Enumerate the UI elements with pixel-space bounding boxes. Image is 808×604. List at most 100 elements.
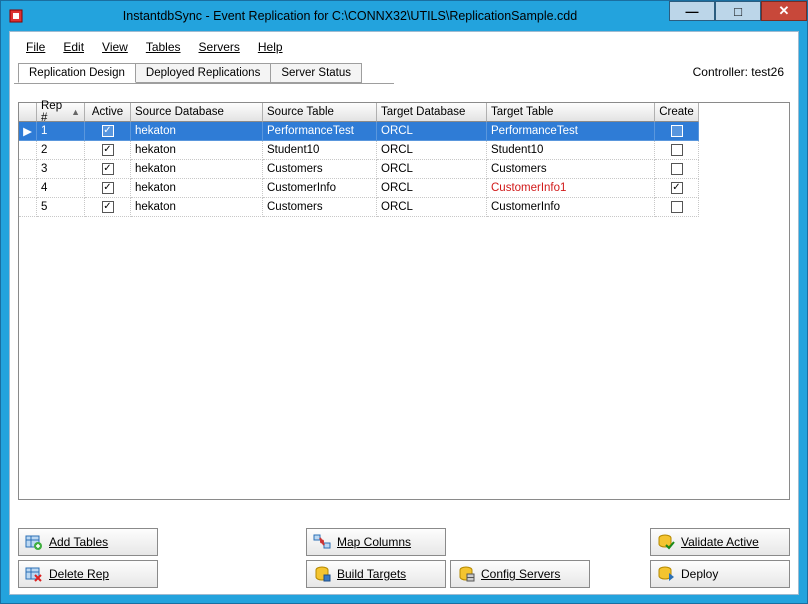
map-columns-icon — [313, 533, 331, 551]
map-columns-button[interactable]: Map Columns — [306, 528, 446, 556]
cell-source-table: Student10 — [263, 141, 377, 160]
checkbox[interactable]: ✓ — [102, 125, 114, 137]
col-active[interactable]: Active — [85, 103, 131, 122]
delete-rep-button[interactable]: Delete Rep — [18, 560, 158, 588]
cell-source-database: hekaton — [131, 198, 263, 217]
cell-rep-number: 5 — [37, 198, 85, 217]
tab-underline — [14, 83, 394, 84]
db-config-icon — [457, 565, 475, 583]
delete-rep-label: Delete Rep — [49, 567, 109, 581]
minimize-button[interactable]: — — [669, 1, 715, 21]
tab-deployed-replications[interactable]: Deployed Replications — [135, 63, 271, 83]
deploy-label: Deploy — [681, 567, 718, 581]
maximize-button[interactable]: □ — [715, 1, 761, 21]
menu-help[interactable]: Help — [250, 38, 291, 56]
controller-label: Controller: test26 — [693, 65, 790, 79]
col-target-table[interactable]: Target Table — [487, 103, 655, 122]
cell-source-database: hekaton — [131, 141, 263, 160]
tab-row: Replication Design Deployed Replications… — [14, 60, 794, 84]
cell-rep-number: 2 — [37, 141, 85, 160]
cell-target-table: Customers — [487, 160, 655, 179]
col-row-marker[interactable] — [19, 103, 37, 122]
add-tables-button[interactable]: Add Tables — [18, 528, 158, 556]
window-controls: — □ ✕ — [669, 1, 807, 31]
cell-target-database: ORCL — [377, 198, 487, 217]
cell-source-database: hekaton — [131, 179, 263, 198]
tab-replication-design[interactable]: Replication Design — [18, 63, 136, 83]
menu-servers[interactable]: Servers — [191, 38, 248, 56]
table-row[interactable]: 4✓hekatonCustomerInfoORCLCustomerInfo1✓ — [19, 179, 789, 198]
grid-header: Rep #▲ Active Source Database Source Tab… — [19, 103, 789, 122]
col-rep-number[interactable]: Rep #▲ — [37, 103, 85, 122]
menu-bar: File Edit View Tables Servers Help — [14, 36, 794, 58]
map-columns-label: Map Columns — [337, 535, 411, 549]
validate-active-button[interactable]: Validate Active — [650, 528, 790, 556]
checkbox[interactable]: ✓ — [102, 163, 114, 175]
cell-active[interactable]: ✓ — [85, 141, 131, 160]
row-marker — [19, 198, 37, 217]
table-row[interactable]: 3✓hekatonCustomersORCLCustomers — [19, 160, 789, 179]
db-deploy-icon — [657, 565, 675, 583]
checkbox[interactable]: ✓ — [671, 182, 683, 194]
checkbox[interactable]: ✓ — [102, 144, 114, 156]
col-source-table[interactable]: Source Table — [263, 103, 377, 122]
cell-create[interactable]: ✓ — [655, 179, 699, 198]
build-targets-label: Build Targets — [337, 567, 406, 581]
col-target-database[interactable]: Target Database — [377, 103, 487, 122]
cell-target-table: PerformanceTest — [487, 122, 655, 141]
db-check-icon — [657, 533, 675, 551]
cell-source-table: Customers — [263, 160, 377, 179]
col-source-database[interactable]: Source Database — [131, 103, 263, 122]
row-marker — [19, 141, 37, 160]
config-servers-label: Config Servers — [481, 567, 560, 581]
cell-create[interactable] — [655, 122, 699, 141]
cell-active[interactable]: ✓ — [85, 198, 131, 217]
table-row[interactable]: ▶1✓hekatonPerformanceTestORCLPerformance… — [19, 122, 789, 141]
sort-asc-icon: ▲ — [71, 107, 80, 117]
cell-source-database: hekaton — [131, 160, 263, 179]
tabs: Replication Design Deployed Replications… — [18, 62, 361, 82]
replication-grid: Rep #▲ Active Source Database Source Tab… — [18, 102, 790, 500]
cell-active[interactable]: ✓ — [85, 160, 131, 179]
cell-rep-number: 1 — [37, 122, 85, 141]
col-create[interactable]: Create — [655, 103, 699, 122]
menu-edit[interactable]: Edit — [55, 38, 92, 56]
close-button[interactable]: ✕ — [761, 1, 807, 21]
menu-view[interactable]: View — [94, 38, 136, 56]
cell-active[interactable]: ✓ — [85, 122, 131, 141]
checkbox[interactable]: ✓ — [102, 182, 114, 194]
cell-target-database: ORCL — [377, 122, 487, 141]
cell-source-table: Customers — [263, 198, 377, 217]
table-delete-icon — [25, 565, 43, 583]
config-servers-button[interactable]: Config Servers — [450, 560, 590, 588]
cell-target-database: ORCL — [377, 160, 487, 179]
checkbox[interactable] — [671, 163, 683, 175]
cell-create[interactable] — [655, 198, 699, 217]
app-icon — [7, 7, 25, 25]
checkbox[interactable]: ✓ — [102, 201, 114, 213]
title-bar: InstantdbSync - Event Replication for C:… — [1, 1, 807, 31]
grid-body: ▶1✓hekatonPerformanceTestORCLPerformance… — [19, 122, 789, 499]
cell-target-table: CustomerInfo — [487, 198, 655, 217]
menu-file[interactable]: File — [18, 38, 53, 56]
table-row[interactable]: 5 ✓ hekatonCustomersORCLCustomerInfo — [19, 198, 789, 217]
table-row[interactable]: 2✓hekatonStudent10ORCLStudent10 — [19, 141, 789, 160]
cell-active[interactable]: ✓ — [85, 179, 131, 198]
cell-target-database: ORCL — [377, 141, 487, 160]
table-add-icon — [25, 533, 43, 551]
add-tables-label: Add Tables — [49, 535, 108, 549]
cell-create[interactable] — [655, 141, 699, 160]
window-title: InstantdbSync - Event Replication for C:… — [31, 9, 669, 23]
checkbox[interactable] — [671, 144, 683, 156]
menu-tables[interactable]: Tables — [138, 38, 189, 56]
cell-source-table: CustomerInfo — [263, 179, 377, 198]
tab-server-status[interactable]: Server Status — [270, 63, 362, 83]
checkbox[interactable] — [671, 201, 683, 213]
cell-source-table: PerformanceTest — [263, 122, 377, 141]
deploy-button[interactable]: Deploy — [650, 560, 790, 588]
build-targets-button[interactable]: Build Targets — [306, 560, 446, 588]
cell-rep-number: 3 — [37, 160, 85, 179]
cell-create[interactable] — [655, 160, 699, 179]
cell-target-table: CustomerInfo1 — [487, 179, 655, 198]
checkbox[interactable] — [671, 125, 683, 137]
